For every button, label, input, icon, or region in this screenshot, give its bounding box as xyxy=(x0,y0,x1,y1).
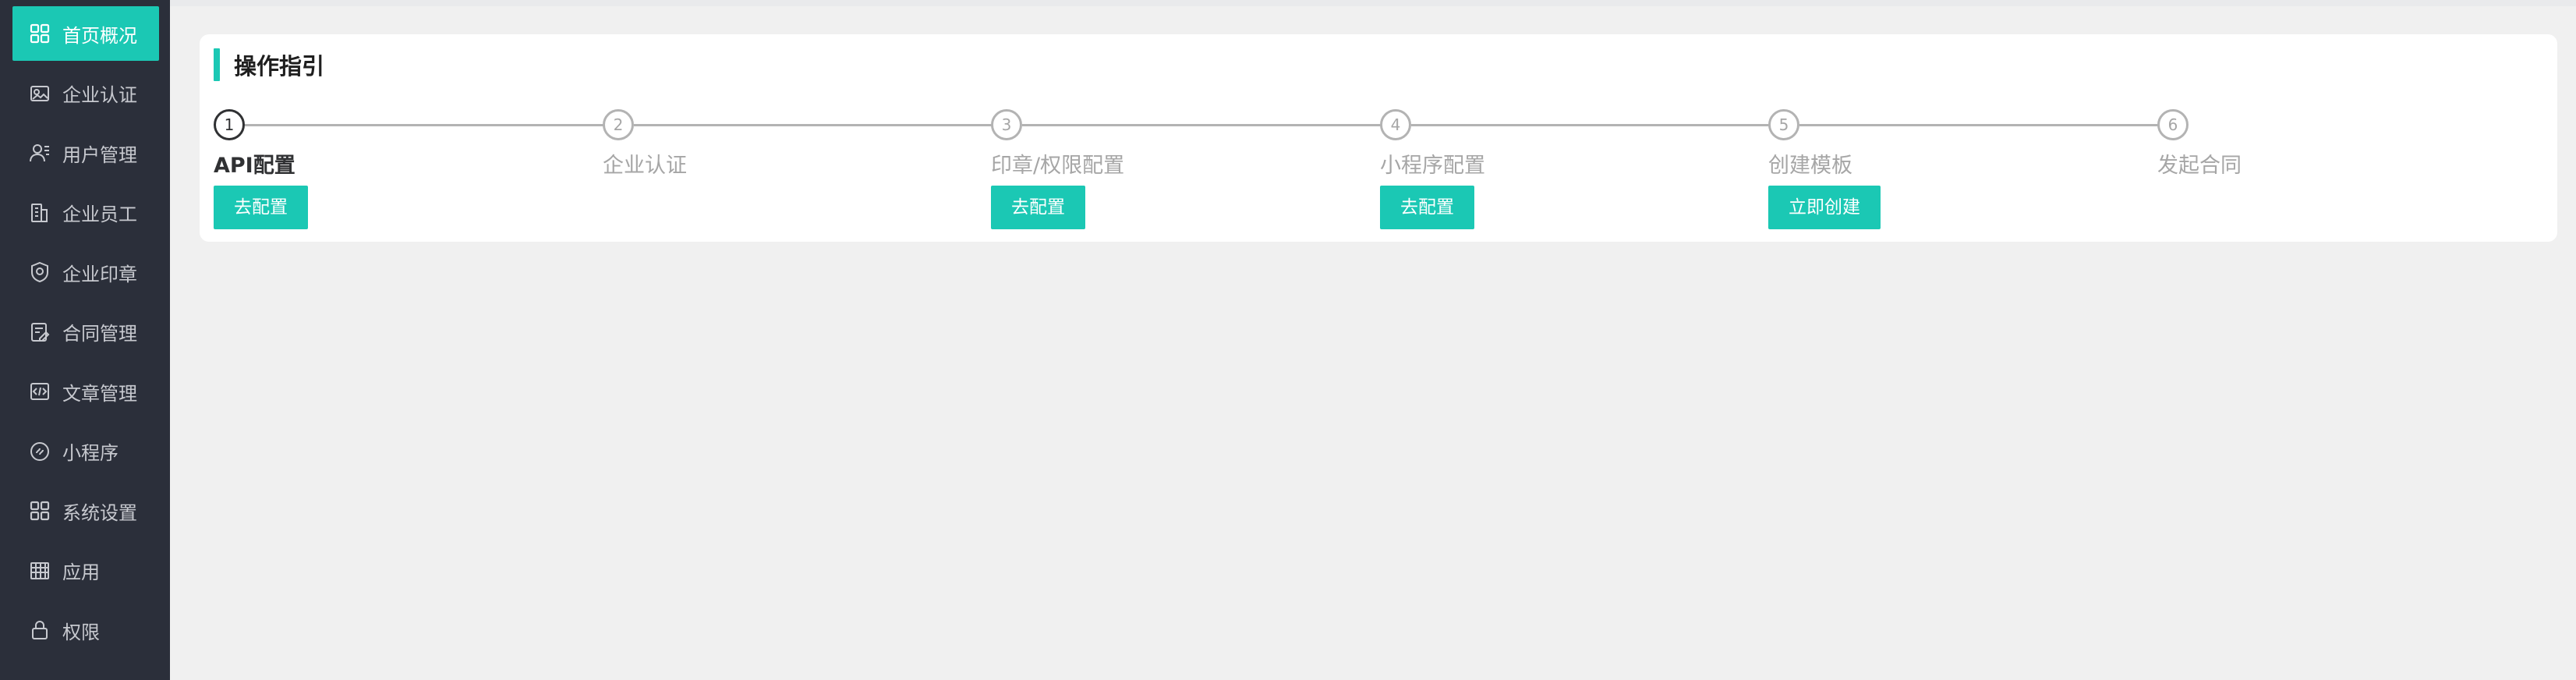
top-bar xyxy=(170,0,2576,6)
sidebar-item-certification[interactable]: 企业认证 xyxy=(12,66,159,121)
guide-title: 操作指引 xyxy=(214,48,324,81)
mini-program-config-button[interactable]: 去配置 xyxy=(1380,186,1474,229)
step-title: 企业认证 xyxy=(603,154,687,178)
step-connector xyxy=(1022,124,1381,126)
step-title: 小程序配置 xyxy=(1380,154,1485,178)
step-connector xyxy=(1411,124,1769,126)
apps-icon xyxy=(28,559,51,583)
step-number: 5 xyxy=(1768,109,1799,140)
guide-card: 操作指引 1 API配置 去配置 2 企业认证 3 印章/权限配置 去配置 4 … xyxy=(200,34,2557,242)
sidebar-item-label: 企业认证 xyxy=(62,84,137,106)
sidebar-item-apps[interactable]: 应用 xyxy=(12,544,159,598)
settings-grid-icon xyxy=(28,499,51,522)
sidebar-item-label: 企业员工 xyxy=(62,204,137,225)
sidebar-item-label: 合同管理 xyxy=(62,323,137,345)
step-title: 创建模板 xyxy=(1768,154,1852,178)
step-connector xyxy=(1799,124,2158,126)
step-title: API配置 xyxy=(214,154,295,178)
article-icon xyxy=(28,380,51,403)
seal-icon xyxy=(28,260,51,284)
user-manage-icon xyxy=(28,141,51,165)
sidebar-item-seal[interactable]: 企业印章 xyxy=(12,245,159,299)
guide-title-text: 操作指引 xyxy=(234,53,325,80)
step-title: 印章/权限配置 xyxy=(991,154,1125,178)
sidebar-item-label: 应用 xyxy=(62,561,100,583)
seal-config-button[interactable]: 去配置 xyxy=(991,186,1085,229)
sidebar-item-label: 用户管理 xyxy=(62,143,137,166)
sidebar-item-users[interactable]: 用户管理 xyxy=(12,126,159,180)
sidebar-item-contracts[interactable]: 合同管理 xyxy=(12,305,159,359)
step-number: 6 xyxy=(2157,109,2189,140)
sidebar-item-employees[interactable]: 企业员工 xyxy=(12,186,159,240)
sidebar-item-label: 系统设置 xyxy=(62,501,137,524)
api-config-button[interactable]: 去配置 xyxy=(214,186,308,229)
steps: 1 API配置 去配置 2 企业认证 3 印章/权限配置 去配置 4 小程序配置… xyxy=(200,109,2557,234)
step-number: 4 xyxy=(1380,109,1411,140)
lock-icon xyxy=(28,618,51,642)
sidebar-item-label: 文章管理 xyxy=(62,382,137,405)
sidebar-item-label: 小程序 xyxy=(62,442,119,464)
sidebar-item-label: 首页概况 xyxy=(62,24,137,47)
step-connector xyxy=(634,124,992,126)
dashboard-icon xyxy=(28,22,51,45)
contract-icon xyxy=(28,321,51,344)
title-accent-bar xyxy=(214,48,220,81)
sidebar-item-settings[interactable]: 系统设置 xyxy=(12,483,159,538)
step-number: 2 xyxy=(603,109,634,140)
certificate-icon xyxy=(28,82,51,105)
employee-icon xyxy=(28,201,51,225)
sidebar-item-articles[interactable]: 文章管理 xyxy=(12,364,159,419)
step-connector xyxy=(245,124,603,126)
sidebar-item-mini-program[interactable]: 小程序 xyxy=(12,424,159,479)
create-template-button[interactable]: 立即创建 xyxy=(1768,186,1881,229)
sidebar-item-dashboard[interactable]: 首页概况 xyxy=(12,6,159,61)
main-content: 操作指引 1 API配置 去配置 2 企业认证 3 印章/权限配置 去配置 4 … xyxy=(170,0,2576,680)
sidebar: 首页概况 企业认证 用户管理 企业员工 企业印章 合同管理 文章管理 小程序 系… xyxy=(0,0,170,680)
mini-program-icon xyxy=(28,440,51,463)
app-root: 首页概况 企业认证 用户管理 企业员工 企业印章 合同管理 文章管理 小程序 系… xyxy=(0,0,2576,680)
sidebar-item-label: 企业印章 xyxy=(62,263,137,285)
step-number: 3 xyxy=(991,109,1022,140)
sidebar-item-label: 权限 xyxy=(62,621,100,643)
step-number: 1 xyxy=(214,109,245,140)
step-title: 发起合同 xyxy=(2157,154,2242,178)
sidebar-item-permissions[interactable]: 权限 xyxy=(12,603,159,657)
